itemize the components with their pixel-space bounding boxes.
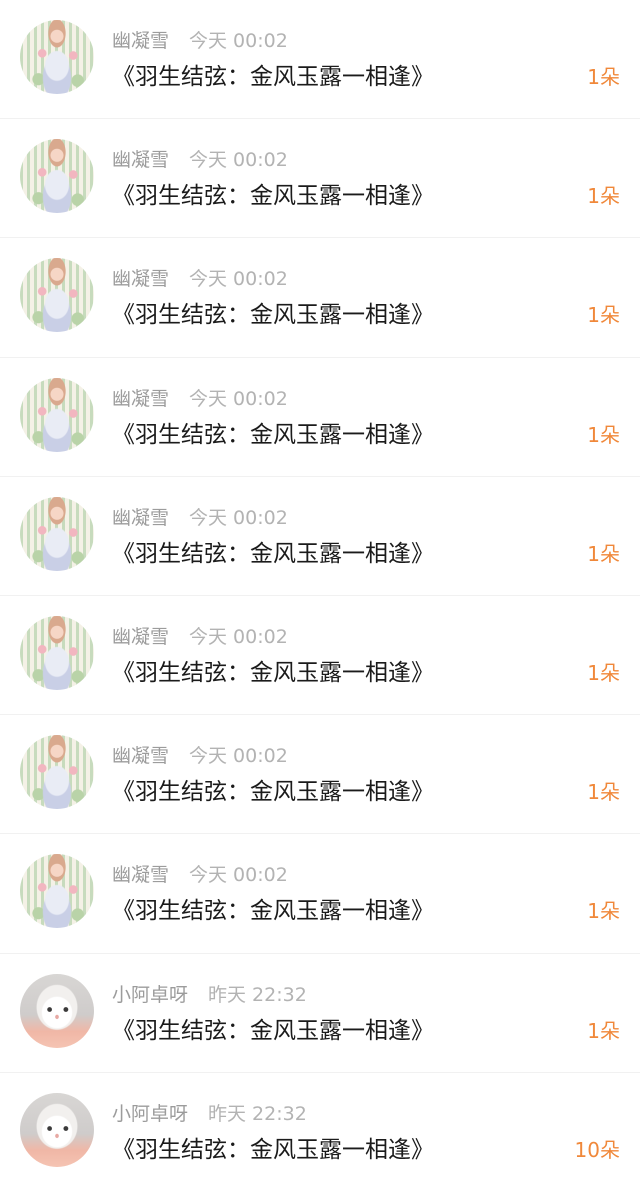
- item-meta: 幽凝雪 今天 00:02: [112, 148, 288, 172]
- work-title[interactable]: 《羽生结弦：金风玉露一相逢》: [112, 181, 434, 211]
- item-meta: 幽凝雪 今天 00:02: [112, 744, 288, 768]
- list-item[interactable]: 幽凝雪 今天 00:02 《羽生结弦：金风玉露一相逢》 1朵: [0, 834, 640, 954]
- timestamp: 今天 00:02: [189, 30, 288, 52]
- timestamp: 今天 00:02: [189, 625, 288, 648]
- flower-count: 1朵: [587, 303, 620, 328]
- flower-count: 1朵: [587, 780, 620, 805]
- timestamp: 今天 00:02: [189, 506, 288, 529]
- work-title[interactable]: 《羽生结弦：金风玉露一相逢》: [112, 658, 434, 688]
- work-title[interactable]: 《羽生结弦：金风玉露一相逢》: [112, 777, 434, 807]
- timestamp: 今天 00:02: [189, 745, 288, 768]
- username[interactable]: 幽凝雪: [112, 744, 169, 768]
- anime-illustration-avatar[interactable]: [20, 20, 94, 94]
- work-title[interactable]: 《羽生结弦：金风玉露一相逢》: [112, 300, 434, 330]
- flower-count: 1朵: [587, 422, 620, 447]
- flower-count: 1朵: [587, 65, 620, 89]
- anime-illustration-avatar[interactable]: [20, 139, 94, 214]
- item-meta: 幽凝雪 今天 00:02: [112, 267, 288, 291]
- work-title[interactable]: 《羽生结弦：金风玉露一相逢》: [112, 420, 434, 450]
- username[interactable]: 幽凝雪: [112, 506, 169, 530]
- flower-count: 1朵: [587, 899, 620, 924]
- username[interactable]: 幽凝雪: [112, 267, 169, 291]
- anime-illustration-avatar[interactable]: [20, 615, 94, 690]
- item-meta: 幽凝雪 今天 00:02: [112, 387, 288, 411]
- anime-illustration-avatar[interactable]: [20, 735, 94, 810]
- cat-photo-avatar[interactable]: [20, 973, 94, 1048]
- list-item[interactable]: 幽凝雪 今天 00:02 《羽生结弦：金风玉露一相逢》 1朵: [0, 476, 640, 596]
- cat-photo-avatar[interactable]: [20, 1092, 94, 1167]
- flower-count: 1朵: [587, 541, 620, 566]
- list-item[interactable]: 幽凝雪 今天 00:02 《羽生结弦：金风玉露一相逢》 1朵: [0, 357, 640, 477]
- timestamp: 昨天 22:32: [208, 983, 307, 1006]
- flower-count: 1朵: [587, 1018, 620, 1043]
- flower-count: 1朵: [587, 660, 620, 685]
- work-title[interactable]: 《羽生结弦：金风玉露一相逢》: [112, 1016, 434, 1046]
- list-item[interactable]: 幽凝雪 今天 00:02 《羽生结弦：金风玉露一相逢》 1朵: [0, 0, 640, 120]
- timestamp: 今天 00:02: [189, 864, 288, 887]
- anime-illustration-avatar[interactable]: [20, 854, 94, 929]
- work-title[interactable]: 《羽生结弦：金风玉露一相逢》: [112, 896, 434, 926]
- timestamp: 今天 00:02: [189, 268, 288, 291]
- username[interactable]: 小阿卓呀: [112, 1102, 188, 1126]
- anime-illustration-avatar[interactable]: [20, 496, 94, 571]
- item-meta: 幽凝雪 今天 00:02: [112, 506, 288, 530]
- username[interactable]: 小阿卓呀: [112, 983, 188, 1007]
- anime-illustration-avatar[interactable]: [20, 377, 94, 452]
- item-meta: 幽凝雪 今天 00:02: [112, 863, 288, 887]
- flower-count: 1朵: [587, 184, 620, 209]
- username[interactable]: 幽凝雪: [112, 863, 169, 887]
- work-title[interactable]: 《羽生结弦：金风玉露一相逢》: [112, 539, 434, 569]
- anime-illustration-avatar[interactable]: [20, 258, 94, 333]
- username[interactable]: 幽凝雪: [112, 148, 169, 172]
- item-meta: 幽凝雪 今天 00:02: [112, 29, 288, 53]
- work-title[interactable]: 《羽生结弦：金风玉露一相逢》: [112, 1135, 434, 1165]
- list-item[interactable]: 幽凝雪 今天 00:02 《羽生结弦：金风玉露一相逢》 1朵: [0, 595, 640, 716]
- list-item[interactable]: 小阿卓呀 昨天 22:32 《羽生结弦：金风玉露一相逢》 1朵: [0, 953, 640, 1073]
- list-item[interactable]: 幽凝雪 今天 00:02 《羽生结弦：金风玉露一相逢》 1朵: [0, 119, 640, 239]
- username[interactable]: 幽凝雪: [112, 625, 169, 649]
- timestamp: 今天 00:02: [189, 149, 288, 172]
- list-item[interactable]: 小阿卓呀 昨天 22:32 《羽生结弦：金风玉露一相逢》 10朵: [0, 1072, 640, 1192]
- item-meta: 小阿卓呀 昨天 22:32: [112, 1102, 307, 1126]
- gift-record-list: 幽凝雪 今天 00:02 《羽生结弦：金风玉露一相逢》 1朵 幽凝雪 今天 00…: [0, 0, 640, 1192]
- username[interactable]: 幽凝雪: [112, 29, 169, 53]
- list-item[interactable]: 幽凝雪 今天 00:02 《羽生结弦：金风玉露一相逢》 1朵: [0, 715, 640, 835]
- item-meta: 小阿卓呀 昨天 22:32: [112, 983, 307, 1007]
- list-item[interactable]: 幽凝雪 今天 00:02 《羽生结弦：金风玉露一相逢》 1朵: [0, 238, 640, 358]
- timestamp: 昨天 22:32: [208, 1102, 307, 1125]
- item-meta: 幽凝雪 今天 00:02: [112, 625, 288, 649]
- username[interactable]: 幽凝雪: [112, 387, 169, 411]
- work-title[interactable]: 《羽生结弦：金风玉露一相逢》: [112, 62, 434, 92]
- flower-count: 10朵: [574, 1137, 620, 1162]
- timestamp: 今天 00:02: [189, 387, 288, 410]
